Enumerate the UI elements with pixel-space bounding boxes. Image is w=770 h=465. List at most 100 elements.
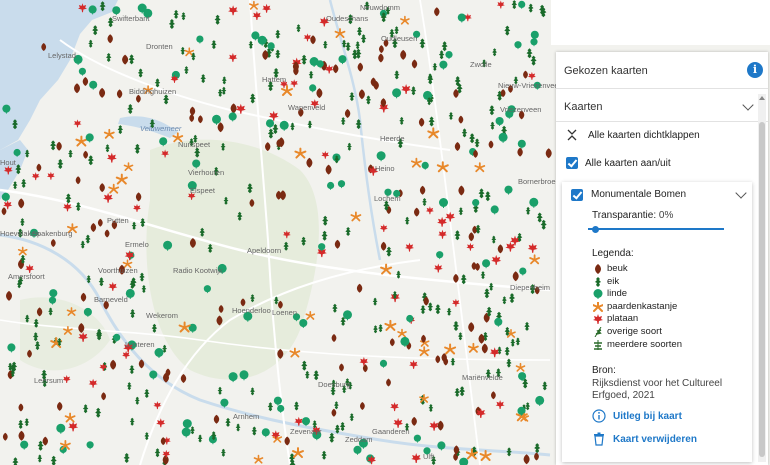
tree-marker[interactable] [253, 454, 264, 464]
tree-marker[interactable] [457, 13, 466, 23]
tree-marker[interactable] [189, 106, 196, 116]
tree-marker[interactable] [6, 290, 12, 301]
tree-marker[interactable] [331, 408, 337, 417]
tree-marker[interactable] [411, 453, 422, 463]
tree-marker[interactable] [379, 224, 388, 232]
tree-marker[interactable] [18, 403, 24, 412]
tree-marker[interactable] [519, 267, 527, 276]
tree-marker[interactable] [491, 254, 502, 265]
tree-marker[interactable] [117, 125, 123, 135]
tree-marker[interactable] [435, 355, 441, 364]
tree-marker[interactable] [405, 242, 414, 252]
tree-marker[interactable] [68, 421, 79, 432]
tree-marker[interactable] [214, 14, 221, 25]
tree-marker[interactable] [122, 54, 129, 65]
tree-marker[interactable] [228, 372, 238, 383]
tree-marker[interactable] [459, 386, 466, 397]
tree-marker[interactable] [196, 35, 204, 44]
tree-marker[interactable] [410, 157, 422, 168]
tree-marker[interactable] [88, 378, 98, 388]
tree-marker[interactable] [504, 185, 513, 195]
tree-marker[interactable] [529, 254, 540, 265]
tree-marker[interactable] [267, 128, 274, 139]
tree-marker[interactable] [89, 80, 98, 90]
tree-marker[interactable] [129, 309, 136, 319]
tree-marker[interactable] [446, 307, 452, 316]
tree-marker[interactable] [414, 207, 420, 217]
tree-marker[interactable] [514, 41, 522, 50]
tree-marker[interactable] [181, 12, 186, 21]
tree-marker[interactable] [498, 132, 508, 143]
tree-marker[interactable] [12, 181, 18, 190]
tree-marker[interactable] [495, 117, 504, 126]
tree-marker[interactable] [472, 199, 480, 207]
tree-marker[interactable] [106, 53, 112, 62]
tree-marker[interactable] [144, 389, 150, 398]
tree-marker[interactable] [540, 219, 547, 230]
tree-marker[interactable] [322, 40, 328, 49]
tree-marker[interactable] [18, 430, 25, 441]
tree-marker[interactable] [421, 161, 429, 170]
tree-marker[interactable] [108, 281, 118, 291]
slider-handle[interactable] [592, 226, 599, 233]
scroll-up-arrow[interactable] [759, 96, 765, 100]
tree-marker[interactable] [228, 52, 238, 62]
tree-marker[interactable] [250, 387, 255, 396]
tree-marker[interactable] [491, 391, 496, 400]
tree-marker[interactable] [523, 70, 528, 79]
tree-marker[interactable] [131, 221, 137, 230]
tree-marker[interactable] [289, 347, 301, 358]
tree-marker[interactable] [434, 304, 441, 315]
tree-marker[interactable] [50, 455, 57, 465]
tree-marker[interactable] [339, 422, 346, 431]
tree-marker[interactable] [495, 400, 505, 409]
tree-marker[interactable] [217, 386, 223, 395]
tree-marker[interactable] [411, 59, 418, 69]
tree-marker[interactable] [441, 41, 448, 52]
tree-marker[interactable] [488, 105, 495, 116]
tree-marker[interactable] [357, 62, 363, 72]
tree-marker[interactable] [454, 387, 460, 397]
tree-marker[interactable] [115, 173, 128, 185]
remove-map-link[interactable]: Kaart verwijderen [613, 434, 697, 445]
tree-marker[interactable] [349, 413, 355, 422]
tree-marker[interactable] [492, 48, 497, 57]
tree-marker[interactable] [356, 283, 363, 293]
tree-marker[interactable] [340, 117, 346, 126]
tree-marker[interactable] [380, 241, 387, 251]
tree-marker[interactable] [123, 162, 134, 171]
tree-marker[interactable] [235, 423, 241, 432]
tree-marker[interactable] [18, 198, 25, 209]
tree-marker[interactable] [137, 68, 144, 78]
tree-marker[interactable] [310, 35, 316, 45]
tree-marker[interactable] [107, 34, 113, 44]
explain-map-link[interactable]: Uitleg bij kaart [613, 411, 682, 422]
tree-marker[interactable] [128, 54, 135, 65]
tree-marker[interactable] [108, 183, 120, 194]
tree-marker[interactable] [313, 370, 320, 381]
tree-marker[interactable] [378, 53, 384, 63]
tree-marker[interactable] [50, 140, 57, 151]
tree-marker[interactable] [154, 448, 161, 458]
tree-marker[interactable] [221, 76, 227, 85]
tree-marker[interactable] [496, 0, 505, 9]
tree-marker[interactable] [529, 197, 539, 208]
tree-marker[interactable] [262, 50, 269, 60]
tree-marker[interactable] [515, 362, 526, 372]
tree-marker[interactable] [358, 89, 365, 100]
tree-marker[interactable] [356, 26, 363, 36]
tree-marker[interactable] [105, 144, 110, 153]
tree-marker[interactable] [1, 207, 7, 216]
tree-marker[interactable] [399, 116, 405, 125]
tree-marker[interactable] [90, 223, 97, 232]
tree-marker[interactable] [78, 67, 86, 76]
tree-marker[interactable] [488, 140, 494, 149]
tree-marker[interactable] [504, 25, 511, 36]
tree-marker[interactable] [504, 346, 510, 356]
tree-marker[interactable] [267, 402, 274, 412]
tree-marker[interactable] [389, 338, 395, 347]
tree-marker[interactable] [530, 30, 539, 40]
tree-marker[interactable] [525, 206, 531, 215]
tree-marker[interactable] [322, 215, 329, 226]
tree-marker[interactable] [400, 15, 410, 25]
